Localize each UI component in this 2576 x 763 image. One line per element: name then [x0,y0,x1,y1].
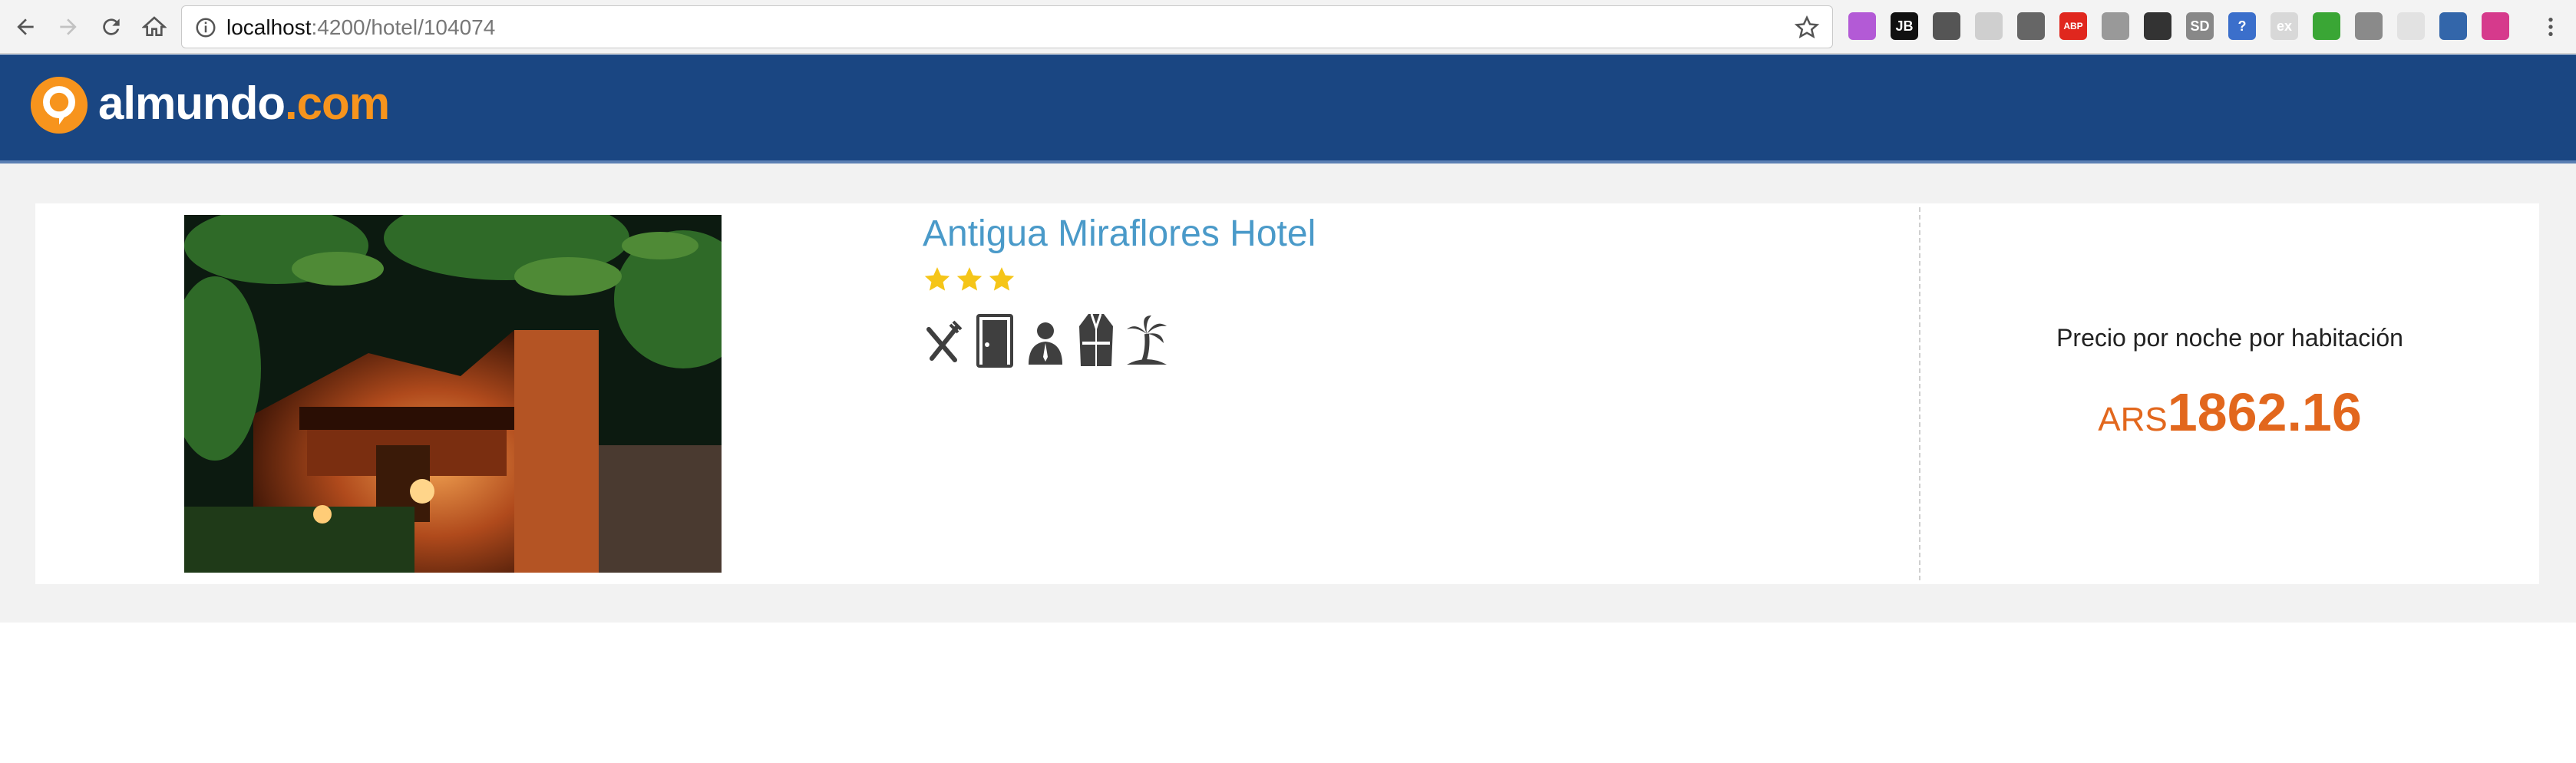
brand-logo-text[interactable]: almundo.com [98,76,390,131]
jetbrains-extension-icon[interactable]: JB [1891,12,1918,40]
arrow-left-icon [17,18,34,35]
price-label: Precio por noche por habitación [2056,324,2403,352]
ex-extension-label: ex [2276,18,2293,34]
circle-extension-icon[interactable] [2397,12,2425,40]
color-wheel-extension-icon[interactable] [2482,12,2509,40]
brand-name: almundo [98,78,286,129]
more-vertical-icon [2548,18,2553,36]
info-icon[interactable] [194,16,217,39]
amenity-beach [1125,311,1168,369]
jetbrains-extension-label: JB [1895,18,1914,34]
address-bar[interactable]: localhost:4200/hotel/104074 [181,5,1833,48]
arrow-right-icon [60,18,77,35]
price-currency: ARS [2098,401,2168,438]
url-text: localhost:4200/hotel/104074 [226,15,495,40]
bookmark-star-icon[interactable] [1794,15,1820,41]
hotel-card: Antigua Miraflores Hotel Precio por noch… [35,203,2539,584]
beach-icon [1127,315,1167,365]
brand-tld: .com [285,78,390,129]
restaurant-icon [926,320,963,362]
home-icon [142,16,167,36]
almundo-logo-icon[interactable] [29,75,89,135]
incognito-extension-icon[interactable] [2144,12,2171,40]
sd-extension-label: SD [2190,18,2210,34]
amenity-room [973,311,1016,369]
feather-extension-icon[interactable] [1975,12,2003,40]
amenities-list [923,311,1168,369]
site-header: almundo.com [0,54,2576,164]
browser-toolbar: localhost:4200/hotel/104074 JB ABP SD? ex [0,0,2576,54]
browser-menu-button[interactable] [2533,9,2568,45]
price-amount: 1862.16 [2167,382,2362,442]
hotel-name[interactable]: Antigua Miraflores Hotel [923,211,1316,257]
sync-extension-icon[interactable] [1933,12,1960,40]
reader-extension-icon[interactable] [2102,12,2129,40]
gear-extension-icon[interactable] [2313,12,2340,40]
hotel-star-rating [923,265,1016,294]
star-icon [924,267,950,291]
help-extension-label: ? [2237,18,2247,34]
adblock-extension-icon[interactable]: ABP [2059,12,2087,40]
help-extension-icon[interactable]: ? [2228,12,2256,40]
amenity-spa [1075,311,1118,369]
star-icon [956,267,983,291]
pen-extension-icon[interactable] [1848,12,1876,40]
bathrobe-icon [1079,313,1113,366]
home-button[interactable] [137,9,172,45]
reload-icon [103,18,120,35]
amenity-restaurant [923,311,966,369]
room-door-icon [976,314,1013,368]
camera-extension-icon[interactable] [2355,12,2383,40]
price-value: ARS1862.16 [1920,382,2539,443]
url-host: localhost [226,15,312,39]
amenity-concierge [1024,311,1067,369]
forward-button[interactable] [51,9,86,45]
hotel-image [184,215,722,573]
hotel-photo[interactable] [184,215,722,573]
star-icon [989,267,1015,291]
ex-extension-icon[interactable]: ex [2271,12,2298,40]
tools-extension-icon[interactable] [2439,12,2467,40]
reload-button[interactable] [94,9,129,45]
sd-extension-icon[interactable]: SD [2186,12,2214,40]
mail-extension-icon[interactable] [2017,12,2045,40]
url-path: :4200/hotel/104074 [311,15,496,39]
adblock-extension-label: ABP [2063,21,2083,31]
concierge-icon [1029,322,1062,365]
back-button[interactable] [8,9,43,45]
